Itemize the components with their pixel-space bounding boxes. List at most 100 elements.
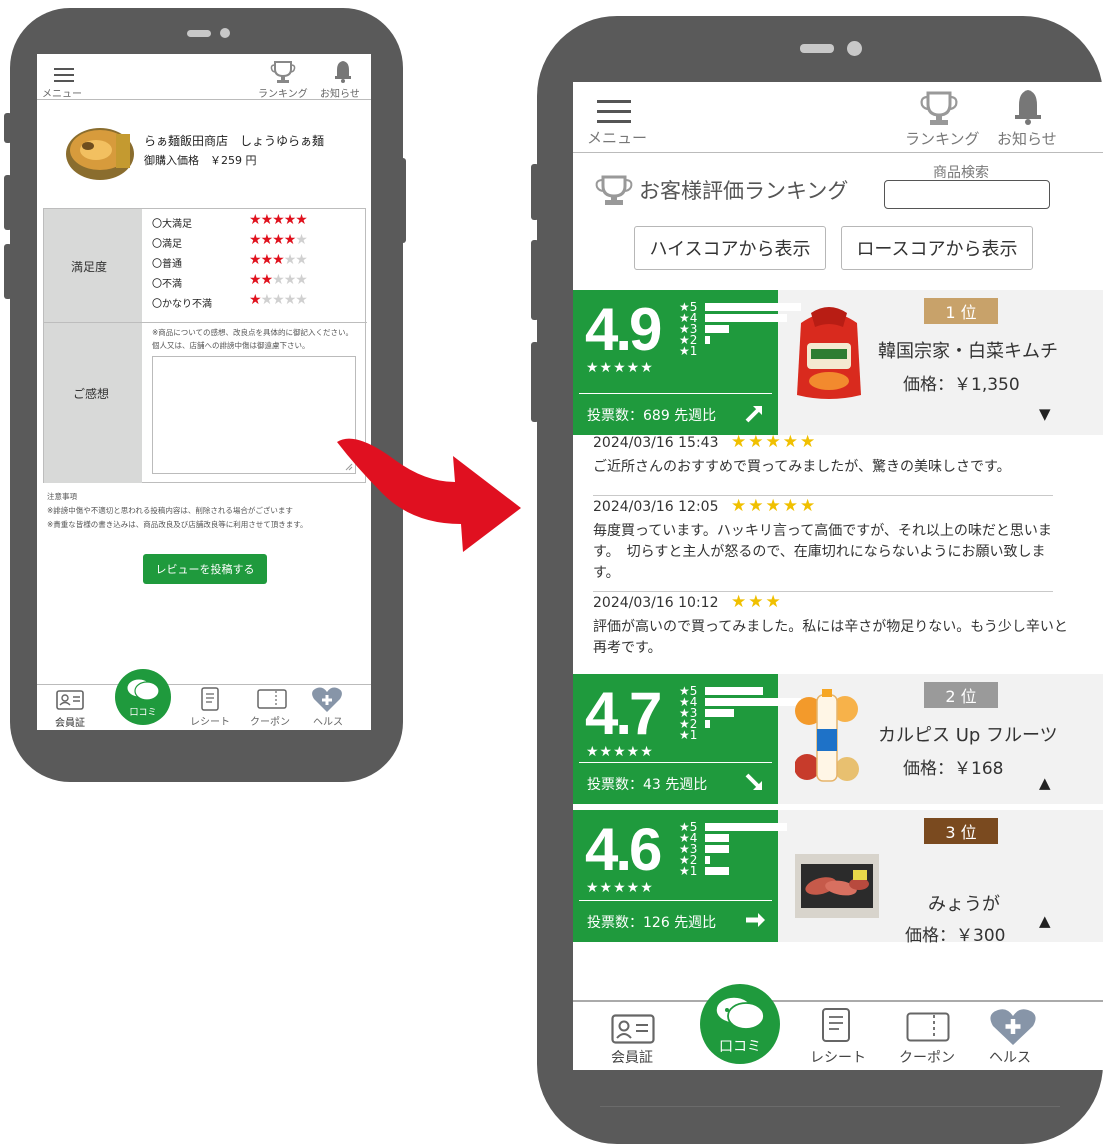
product-price: 価格：￥168 bbox=[903, 759, 1004, 779]
score-stars: ★★★★★ bbox=[586, 880, 654, 896]
kuchikomi-button[interactable]: 口コミ bbox=[700, 984, 780, 1064]
rating-distribution-bar bbox=[705, 314, 787, 322]
review-stars: ★★★★★ bbox=[731, 432, 818, 452]
rating-distribution-bar bbox=[705, 856, 710, 864]
health-heart-icon[interactable] bbox=[311, 685, 343, 713]
member-card-icon[interactable] bbox=[56, 690, 84, 710]
star-level-label: ★1 bbox=[679, 344, 698, 358]
average-score: 4.6 bbox=[585, 816, 662, 883]
member-card-icon[interactable] bbox=[611, 1014, 655, 1044]
rating-distribution-bar bbox=[705, 867, 729, 875]
star-level-label: ★1 bbox=[679, 864, 698, 878]
nav-coupon-label[interactable]: クーポン bbox=[250, 713, 290, 728]
collapse-toggle-icon[interactable]: ▼ bbox=[1039, 405, 1051, 423]
notice-label[interactable]: お知らせ bbox=[997, 128, 1057, 149]
nav-coupon-label[interactable]: クーポン bbox=[899, 1047, 955, 1067]
score-card: 4.9 ★★★★★ ★5 ★4 ★3 ★2 ★1 投票数：689 先週比 bbox=[573, 290, 801, 435]
review-text: 毎度買っています。ハッキリ言って高価ですが、それ以上の味だと思います。 切らすと… bbox=[593, 523, 1052, 581]
rating-distribution-bar bbox=[705, 325, 729, 333]
right-phone-side-button bbox=[531, 342, 539, 422]
menu-label[interactable]: メニュー bbox=[587, 127, 647, 148]
chat-bubble-icon bbox=[126, 678, 160, 701]
notes-line-1: ※誹謗中傷や不適切と思われる投稿内容は、削除される場合がございます bbox=[47, 506, 293, 515]
rating-distribution-bar bbox=[705, 698, 801, 706]
ranking-item[interactable]: 4.6 ★★★★★ ★5 ★4 ★3 ★2 ★1 投票数：126 先週比 3 位みょうが 価格：￥… bbox=[573, 810, 1103, 946]
rating-distribution-bar bbox=[705, 834, 729, 842]
kuchikomi-button[interactable]: 口コミ bbox=[115, 669, 171, 725]
right-phone-side-button bbox=[531, 164, 539, 220]
nav-kuchikomi-label: 口コミ bbox=[129, 708, 157, 718]
header-divider bbox=[573, 152, 1103, 153]
nav-health-label[interactable]: ヘルス bbox=[989, 1047, 1031, 1067]
nav-receipt-label[interactable]: レシート bbox=[190, 713, 230, 728]
health-heart-icon[interactable] bbox=[989, 1006, 1037, 1046]
expand-toggle-icon[interactable]: ▲ bbox=[1039, 912, 1051, 930]
satisfaction-option[interactable]: 〇普通 bbox=[152, 255, 182, 270]
review-item: 2024/03/16 12:05 ★★★★★ 毎度買っています。ハッキリ言って高価で… bbox=[573, 496, 1103, 595]
vote-count: 投票数：689 先週比 bbox=[587, 408, 717, 424]
notice-label[interactable]: お知らせ bbox=[320, 85, 360, 100]
nav-member-label[interactable]: 会員証 bbox=[611, 1047, 653, 1067]
coupon-icon[interactable] bbox=[906, 1012, 950, 1042]
trend-right-icon bbox=[746, 913, 765, 927]
right-phone-speaker bbox=[800, 44, 834, 53]
review-date: 2024/03/16 15:43 bbox=[593, 435, 719, 451]
transition-arrow-icon bbox=[337, 438, 521, 552]
rank-badge: 1 位 bbox=[924, 298, 998, 324]
review-text: ご近所さんのおすすめで買ってみましたが、驚きの美味しさです。 bbox=[593, 459, 1011, 475]
right-screen: メニュー ランキング お知らせ お客様評価ランキング 商品検索 ハイスコアから表… bbox=[573, 82, 1103, 1070]
left-phone-camera bbox=[220, 28, 230, 38]
review-date: 2024/03/16 10:12 bbox=[593, 595, 719, 611]
satisfaction-option[interactable]: 〇大満足 bbox=[152, 215, 192, 230]
receipt-icon[interactable] bbox=[821, 1007, 851, 1043]
sort-high-button[interactable]: ハイスコアから表示 bbox=[634, 226, 826, 270]
satisfaction-stars: ★★★★★ bbox=[249, 252, 308, 268]
rating-distribution-bar bbox=[705, 720, 710, 728]
menu-icon[interactable] bbox=[597, 100, 631, 124]
comment-textarea[interactable] bbox=[152, 356, 356, 474]
right-phone-camera bbox=[847, 41, 862, 56]
menu-icon[interactable] bbox=[54, 68, 74, 82]
satisfaction-option[interactable]: 〇かなり不満 bbox=[152, 295, 212, 310]
expand-toggle-icon[interactable]: ▲ bbox=[1039, 774, 1051, 792]
product-image-myoga bbox=[795, 854, 879, 918]
nav-receipt-label[interactable]: レシート bbox=[810, 1047, 866, 1067]
score-card: 4.6 ★★★★★ ★5 ★4 ★3 ★2 ★1 投票数：126 先週比 bbox=[573, 810, 787, 942]
ranking-label[interactable]: ランキング bbox=[905, 128, 980, 149]
chat-bubble-icon bbox=[715, 996, 765, 1030]
bell-icon[interactable] bbox=[1013, 88, 1043, 126]
sort-low-button[interactable]: ロースコアから表示 bbox=[841, 226, 1033, 270]
review-date: 2024/03/16 12:05 bbox=[593, 499, 719, 515]
submit-review-button[interactable]: レビューを投稿する bbox=[143, 554, 267, 584]
satisfaction-stars: ★★★★★ bbox=[249, 212, 308, 228]
comment-note-1: ※商品についての感想、改良点を具体的に御記入ください。 bbox=[152, 328, 354, 337]
score-card: 4.7 ★★★★★ ★5 ★4 ★3 ★2 ★1 投票数：43 先週比 bbox=[573, 674, 801, 804]
trend-up-icon bbox=[745, 406, 762, 423]
product-name[interactable]: 韓国宗家・白菜キムチ bbox=[878, 337, 1058, 363]
trophy-icon[interactable] bbox=[270, 59, 296, 85]
ranking-label[interactable]: ランキング bbox=[258, 85, 308, 100]
ranking-item[interactable]: 4.9 ★★★★★ ★5 ★4 ★3 ★2 ★1 投票数：689 先週比 1 位韓国宗家・白菜キ… bbox=[573, 290, 1103, 435]
menu-label[interactable]: メニュー bbox=[42, 85, 82, 100]
bell-icon[interactable] bbox=[333, 59, 353, 83]
product-name[interactable]: カルピス Up フルーツ bbox=[878, 721, 1058, 747]
average-score: 4.7 bbox=[585, 680, 662, 747]
nav-health-label[interactable]: ヘルス bbox=[313, 713, 343, 728]
vote-divider bbox=[579, 900, 772, 901]
trophy-icon[interactable] bbox=[919, 88, 959, 128]
rating-distribution-bar bbox=[705, 687, 763, 695]
search-input[interactable] bbox=[884, 180, 1050, 209]
header-divider bbox=[37, 99, 371, 100]
coupon-icon[interactable] bbox=[257, 689, 287, 709]
review-stars: ★★★ bbox=[731, 592, 783, 612]
receipt-icon[interactable] bbox=[200, 687, 220, 711]
nav-member-label[interactable]: 会員証 bbox=[55, 714, 85, 729]
score-stars: ★★★★★ bbox=[586, 744, 654, 760]
satisfaction-option[interactable]: 〇不満 bbox=[152, 275, 182, 290]
vote-count: 投票数：43 先週比 bbox=[587, 777, 708, 793]
rating-distribution-bar bbox=[705, 845, 729, 853]
product-name[interactable]: みょうが bbox=[928, 890, 1000, 916]
rank-badge: 3 位 bbox=[924, 818, 998, 844]
satisfaction-option[interactable]: 〇満足 bbox=[152, 235, 182, 250]
ranking-item[interactable]: 4.7 ★★★★★ ★5 ★4 ★3 ★2 ★1 投票数：43 先週比 2 位カルピス Up フ… bbox=[573, 674, 1103, 804]
